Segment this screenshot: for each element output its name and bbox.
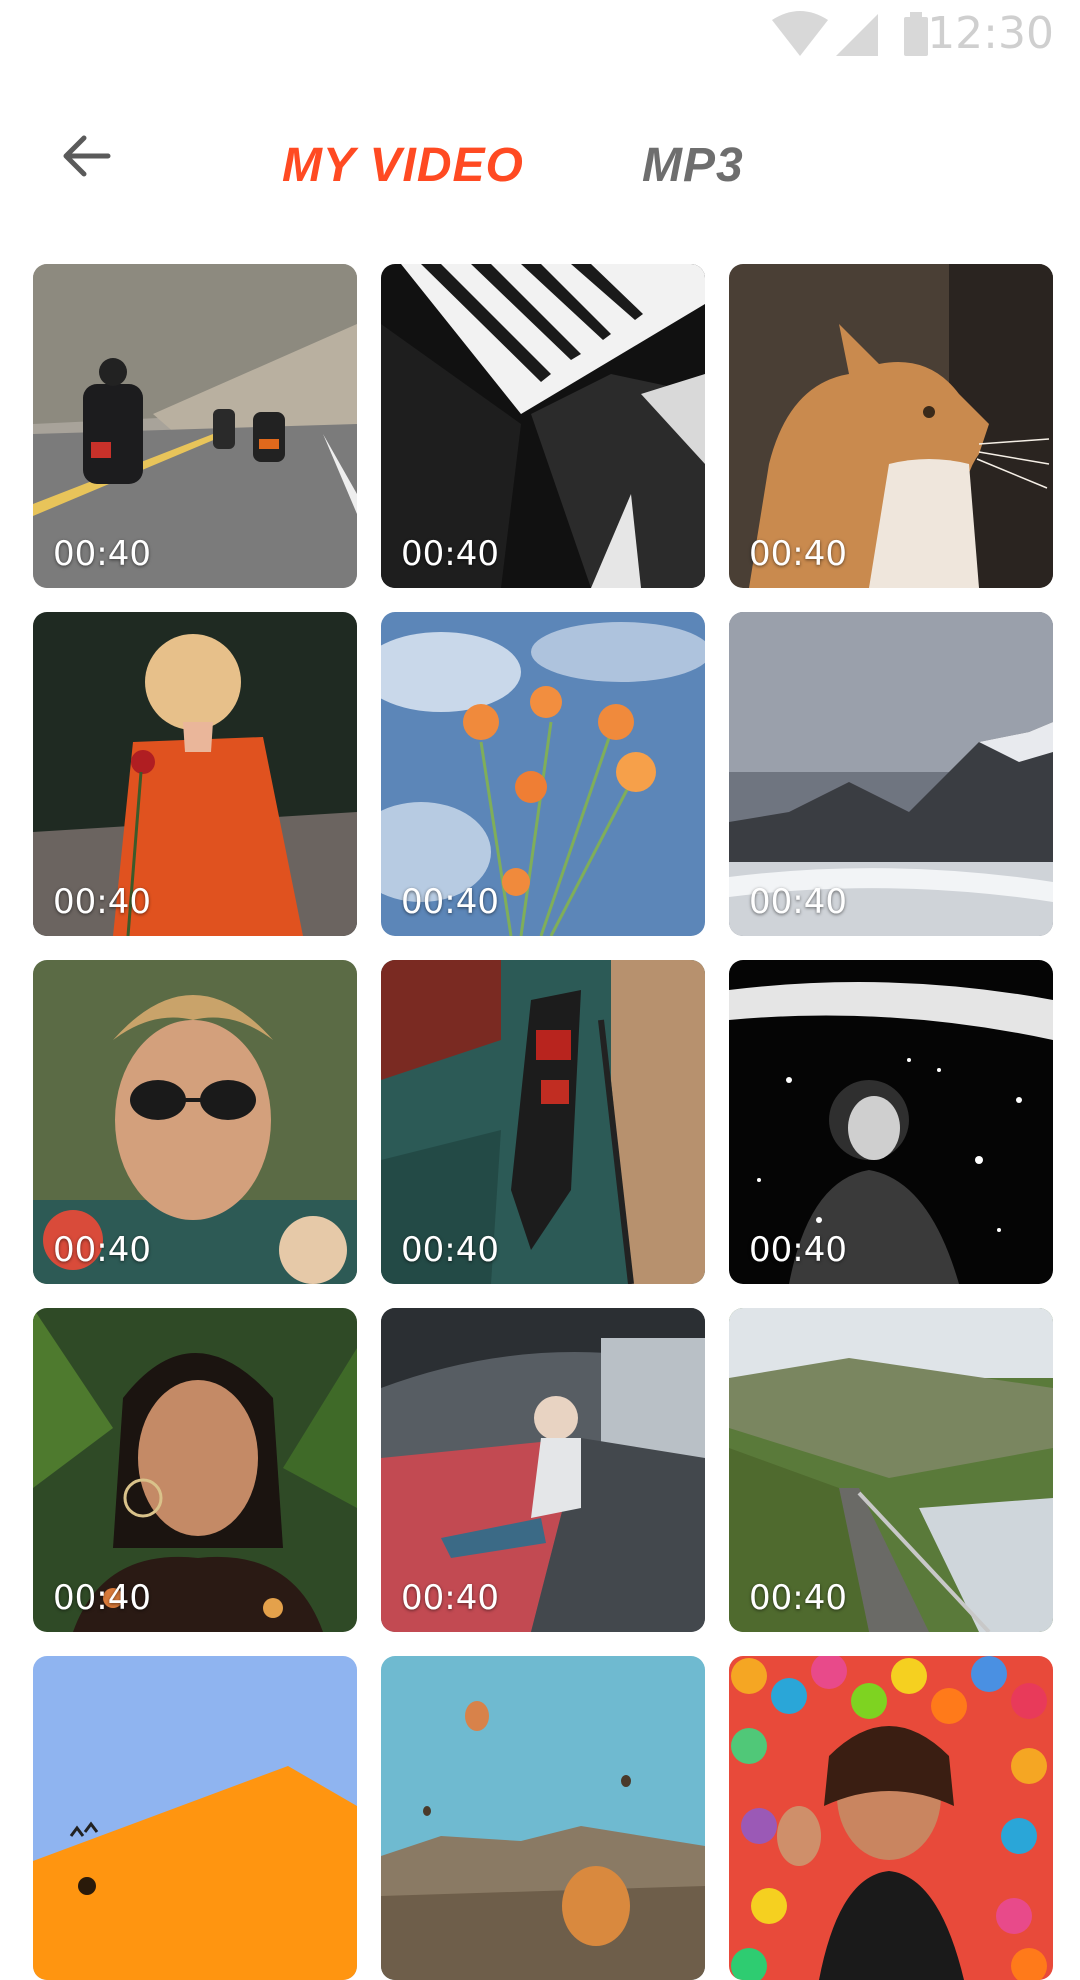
- video-thumbnail[interactable]: 00:40: [381, 1308, 705, 1632]
- video-duration: 00:40: [53, 1578, 151, 1618]
- video-thumbnail[interactable]: 00:40: [33, 960, 357, 1284]
- video-thumbnail[interactable]: 00:40: [729, 960, 1053, 1284]
- video-thumbnail[interactable]: 00:40: [33, 1308, 357, 1632]
- back-arrow-icon[interactable]: [56, 126, 116, 186]
- video-thumbnail[interactable]: [729, 1656, 1053, 1980]
- tab-mp3[interactable]: MP3: [642, 138, 744, 194]
- battery-icon: [904, 12, 928, 56]
- video-duration: 00:40: [749, 534, 847, 574]
- video-thumbnail[interactable]: 00:40: [729, 264, 1053, 588]
- video-thumbnail[interactable]: 00:40: [381, 960, 705, 1284]
- video-thumbnail[interactable]: 00:40: [33, 264, 357, 588]
- woman-colorful-balls-image: [729, 1656, 1053, 1980]
- video-thumbnail[interactable]: 00:40: [729, 612, 1053, 936]
- video-thumbnail[interactable]: [33, 1656, 357, 1980]
- video-thumbnail[interactable]: 00:40: [381, 264, 705, 588]
- status-time: 12:30: [927, 8, 1054, 59]
- video-thumbnail[interactable]: 00:40: [381, 612, 705, 936]
- status-bar: 12:30: [0, 0, 1080, 72]
- video-duration: 00:40: [53, 534, 151, 574]
- wifi-icon: [772, 11, 828, 56]
- video-thumbnail[interactable]: 00:40: [33, 612, 357, 936]
- video-duration: 00:40: [53, 882, 151, 922]
- hot-air-balloons-image: [381, 1656, 705, 1980]
- video-thumbnail[interactable]: [381, 1656, 705, 1980]
- signal-icon: [836, 14, 878, 56]
- video-duration: 00:40: [749, 1230, 847, 1270]
- video-thumbnail[interactable]: 00:40: [729, 1308, 1053, 1632]
- video-duration: 00:40: [401, 882, 499, 922]
- video-duration: 00:40: [401, 1578, 499, 1618]
- video-duration: 00:40: [749, 1578, 847, 1618]
- video-duration: 00:40: [401, 534, 499, 574]
- orange-wall-sky-image: [33, 1656, 357, 1980]
- video-duration: 00:40: [401, 1230, 499, 1270]
- video-duration: 00:40: [53, 1230, 151, 1270]
- video-duration: 00:40: [749, 882, 847, 922]
- tab-my-video[interactable]: MY VIDEO: [282, 138, 524, 194]
